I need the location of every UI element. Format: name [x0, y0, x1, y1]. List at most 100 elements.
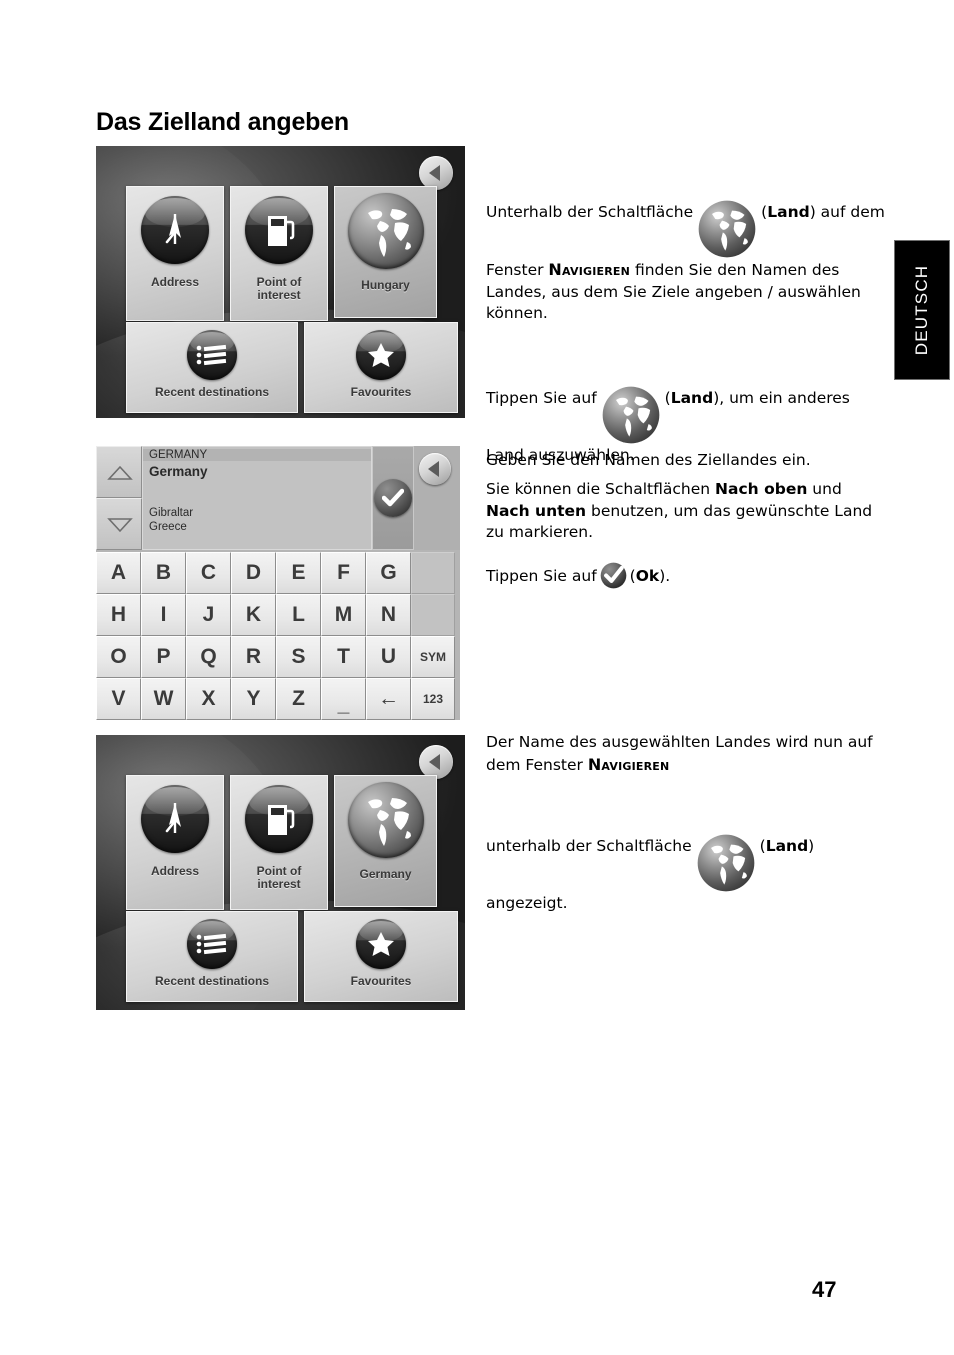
list-item[interactable]: Gibraltar [143, 507, 371, 519]
key-backspace[interactable]: ← [366, 678, 411, 720]
p4-part-a: Sie können die Schaltflächen [486, 480, 716, 498]
p7-bold-land: Land [765, 837, 809, 855]
country-list-selected[interactable]: Germany [143, 464, 371, 479]
key-o[interactable]: O [96, 636, 141, 678]
tile-point-of-interest[interactable]: Point of interest [230, 775, 328, 910]
country-list-area: GERMANY Germany Gibraltar Greece [96, 446, 460, 550]
language-tab-label: DEUTSCH [912, 264, 931, 356]
key-t[interactable]: T [321, 636, 366, 678]
address-flag-icon [141, 196, 209, 264]
page-title: Das Zielland angeben [96, 108, 350, 136]
paragraph-text: Unterhalb der Schaltfläche (Land) auf dem… [486, 199, 886, 325]
star-icon [356, 919, 406, 969]
p2-part-a: Tippen Sie auf [486, 389, 597, 407]
tile-address[interactable]: Address [126, 775, 224, 910]
p4-bold-nach-oben: Nach oben [715, 480, 808, 498]
paragraph-tap-ok: Tippen Sie auf (Ok). [486, 562, 886, 589]
key-i[interactable]: I [141, 594, 186, 636]
tile-recent-destinations[interactable]: Recent destinations [126, 911, 298, 1002]
back-arrow-icon[interactable] [419, 745, 453, 779]
tile-recent-destinations-label: Recent destinations [154, 974, 270, 988]
keyboard-right-column [414, 446, 460, 550]
key-g[interactable]: G [366, 552, 411, 594]
tile-country[interactable]: Germany [334, 775, 437, 907]
globe-icon [347, 782, 424, 858]
country-list[interactable]: GERMANY Germany Gibraltar Greece [142, 446, 372, 550]
fuel-pump-icon [245, 196, 313, 264]
key-c[interactable]: C [186, 552, 231, 594]
keyboard-row: H I J K L M N [96, 594, 455, 636]
key-m[interactable]: M [321, 594, 366, 636]
key-s[interactable]: S [276, 636, 321, 678]
tile-address-label: Address [150, 275, 200, 289]
p5-part-a: Tippen Sie auf [486, 567, 597, 585]
tile-favourites-label: Favourites [350, 385, 412, 399]
key-k[interactable]: K [231, 594, 276, 636]
scroll-arrow-column [96, 446, 142, 550]
country-list-header: GERMANY [143, 449, 371, 461]
key-d[interactable]: D [231, 552, 276, 594]
tile-point-of-interest-label: Point of interest [256, 275, 302, 302]
check-icon [374, 479, 412, 517]
tile-country-label: Germany [359, 867, 412, 881]
back-arrow-icon[interactable] [419, 156, 453, 190]
p6-part-a: Der Name des ausgewählten Landes wird nu… [486, 733, 873, 774]
list-icon [187, 919, 237, 969]
list-item[interactable]: Greece [143, 521, 371, 533]
key-space[interactable]: _ [321, 678, 366, 720]
paragraph-land-button-description: Unterhalb der Schaltfläche (Land) auf dem… [486, 199, 886, 325]
p1-part-a: Unterhalb der Schaltfläche [486, 203, 694, 221]
key-p[interactable]: P [141, 636, 186, 678]
star-icon [356, 330, 406, 380]
p5-part-c: ). [659, 567, 671, 585]
scroll-down-button[interactable] [96, 498, 142, 550]
key-v[interactable]: V [96, 678, 141, 720]
paragraph-text: unterhalb der Schaltfläche (Land) angezei… [486, 833, 886, 915]
paragraph-enter-country-name: Geben Sie den Namen des Ziellandes ein. [486, 450, 886, 472]
key-e[interactable]: E [276, 552, 321, 594]
p7-part-a: unterhalb der Schaltfläche [486, 837, 692, 855]
p1-smallcaps-navigieren: Navigieren [548, 260, 631, 279]
tile-point-of-interest[interactable]: Point of interest [230, 186, 328, 321]
key-b[interactable]: B [141, 552, 186, 594]
ok-button[interactable] [372, 446, 414, 550]
key-r[interactable]: R [231, 636, 276, 678]
p2-bold-land: Land [670, 389, 714, 407]
key-a[interactable]: A [96, 552, 141, 594]
key-blank [411, 552, 455, 594]
tile-recent-destinations[interactable]: Recent destinations [126, 322, 298, 413]
fuel-pump-icon [245, 785, 313, 853]
key-l[interactable]: L [276, 594, 321, 636]
keyboard-row: A B C D E F G [96, 552, 455, 594]
key-f[interactable]: F [321, 552, 366, 594]
key-y[interactable]: Y [231, 678, 276, 720]
keyboard-row: O P Q R S T U SYM [96, 636, 455, 678]
screenshot-navigate-hungary: Address Point of interest Hungary Recent… [96, 146, 465, 418]
key-blank [411, 594, 455, 636]
key-h[interactable]: H [96, 594, 141, 636]
key-q[interactable]: Q [186, 636, 231, 678]
alphabet-keyboard: A B C D E F G H I J K L M N O P Q R S T … [96, 552, 455, 720]
p6-smallcaps-navigieren: Navigieren [587, 754, 670, 774]
tile-country[interactable]: Hungary [334, 186, 437, 318]
key-j[interactable]: J [186, 594, 231, 636]
globe-icon [696, 833, 756, 893]
key-sym[interactable]: SYM [411, 636, 455, 678]
tile-address[interactable]: Address [126, 186, 224, 321]
back-arrow-icon[interactable] [419, 453, 451, 485]
tile-point-of-interest-label: Point of interest [256, 864, 302, 891]
globe-icon [697, 199, 757, 259]
key-numbers[interactable]: 123 [411, 678, 455, 720]
tile-recent-destinations-label: Recent destinations [154, 385, 270, 399]
tile-favourites[interactable]: Favourites [304, 911, 458, 1002]
key-w[interactable]: W [141, 678, 186, 720]
tile-favourites[interactable]: Favourites [304, 322, 458, 413]
key-u[interactable]: U [366, 636, 411, 678]
key-z[interactable]: Z [276, 678, 321, 720]
page-number: 47 [812, 1277, 837, 1302]
key-x[interactable]: X [186, 678, 231, 720]
paragraph-up-down-buttons: Sie können die Schaltflächen Nach oben u… [486, 479, 886, 544]
keyboard-row: V W X Y Z _ ← 123 [96, 678, 455, 720]
key-n[interactable]: N [366, 594, 411, 636]
scroll-up-button[interactable] [96, 446, 142, 498]
